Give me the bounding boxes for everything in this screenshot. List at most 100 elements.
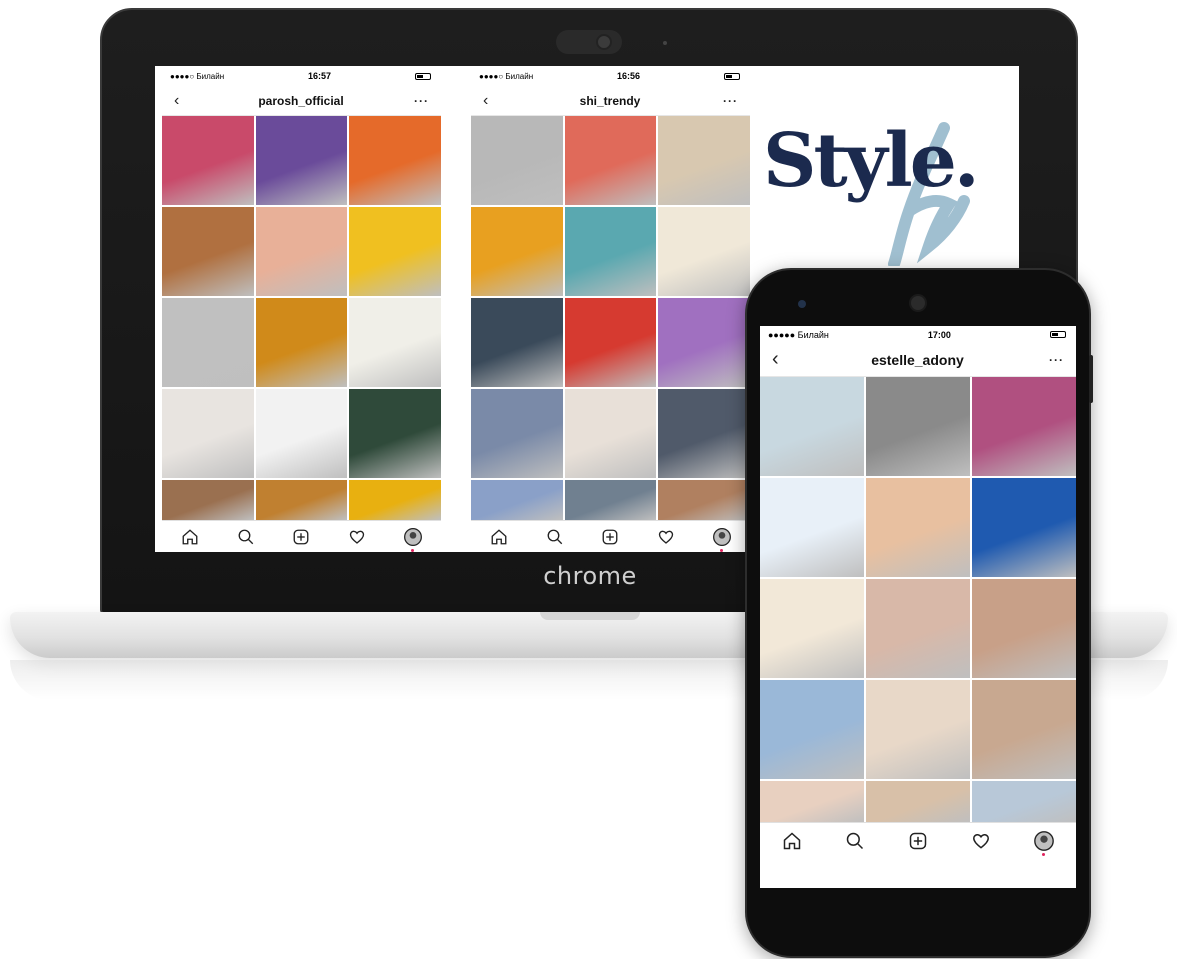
profile-header: ‹ shi_trendy ··· [471,86,750,116]
home-icon[interactable] [488,526,510,548]
photo-thumbnail[interactable] [760,579,864,678]
profile-username: parosh_official [258,93,344,108]
photo-thumbnail[interactable] [658,298,750,387]
speaker-icon [909,294,927,312]
bottom-tab-bar [471,520,750,552]
photo-thumbnail[interactable] [658,116,750,205]
carrier-label: ●●●●● Билайн [768,329,829,340]
phone-screen: ●●●●● Билайн 17:00 ‹ estelle_adony ··· [760,326,1076,888]
photo-thumbnail[interactable] [349,298,441,387]
add-icon[interactable] [290,526,312,548]
home-icon[interactable] [179,526,201,548]
photo-thumbnail[interactable] [760,377,864,476]
photo-thumbnail[interactable] [162,389,254,478]
instagram-panel-right: ●●●●○ Билайн 16:56 ‹ shi_trendy ··· [471,66,750,552]
add-icon[interactable] [907,830,929,852]
home-icon[interactable] [781,830,803,852]
photo-thumbnail[interactable] [866,680,970,779]
search-icon[interactable] [235,526,257,548]
bottom-tab-bar [162,520,441,552]
battery-icon [1050,331,1066,338]
photo-thumbnail[interactable] [255,389,348,478]
photo-thumbnail[interactable] [349,116,441,205]
status-time: 17:00 [927,329,951,340]
photo-thumbnail[interactable] [866,377,970,476]
back-icon[interactable]: ‹ [483,92,497,110]
photo-thumbnail[interactable] [658,389,750,478]
photo-thumbnail[interactable] [255,207,348,296]
photo-thumbnail[interactable] [658,480,750,520]
notification-dot [720,548,724,552]
more-icon[interactable]: ··· [723,94,738,108]
carrier-label: ●●●●○ Билайн [170,71,225,81]
photo-thumbnail[interactable] [255,116,348,205]
photo-thumbnail[interactable] [564,389,657,478]
photo-thumbnail[interactable] [471,480,563,520]
heart-icon[interactable] [346,526,368,548]
search-icon[interactable] [844,830,866,852]
photo-thumbnail[interactable] [972,680,1076,779]
photo-thumbnail[interactable] [760,781,864,823]
laptop-base-notch [540,612,640,620]
status-bar: ●●●●● Билайн 17:00 [760,326,1076,343]
photo-thumbnail[interactable] [564,116,657,205]
photo-thumbnail[interactable] [564,480,657,520]
back-icon[interactable]: ‹ [174,92,188,110]
add-icon[interactable] [599,526,621,548]
search-icon[interactable] [544,526,566,548]
status-bar: ●●●●○ Билайн 16:56 [471,66,750,86]
photo-thumbnail[interactable] [564,207,657,296]
photo-thumbnail[interactable] [471,207,563,296]
back-icon[interactable]: ‹ [772,348,786,371]
photo-thumbnail[interactable] [866,781,970,823]
photo-thumbnail[interactable] [471,389,563,478]
photo-thumbnail[interactable] [658,207,750,296]
photo-thumbnail[interactable] [471,298,563,387]
webcam-icon [596,34,612,50]
photo-thumbnail[interactable] [162,116,254,205]
profile-username: estelle_adony [871,351,964,368]
style-logo-word: Style. [763,118,980,204]
battery-icon [723,72,740,80]
profile-icon[interactable] [1033,830,1055,856]
heart-icon[interactable] [655,526,677,548]
status-bar: ●●●●○ Билайн 16:57 [162,66,441,86]
instagram-panel-left: ●●●●○ Билайн 16:57 ‹ parosh_official ··· [162,66,441,552]
photo-thumbnail[interactable] [564,298,657,387]
profile-header: ‹ parosh_official ··· [162,86,441,116]
photo-thumbnail[interactable] [162,480,254,520]
battery-icon [414,72,431,80]
photo-thumbnail[interactable] [349,480,441,520]
photo-thumbnail[interactable] [349,207,441,296]
photo-thumbnail[interactable] [972,377,1076,476]
laptop-camera-bar [556,30,622,54]
photo-thumbnail[interactable] [760,478,864,577]
notification-dot [1042,852,1046,856]
photo-thumbnail[interactable] [349,389,441,478]
photo-grid [471,116,750,520]
photo-thumbnail[interactable] [972,579,1076,678]
photo-thumbnail[interactable] [471,116,563,205]
photo-thumbnail[interactable] [866,478,970,577]
notification-dot [411,548,415,552]
photo-thumbnail[interactable] [255,298,348,387]
status-time: 16:56 [617,71,641,81]
photo-thumbnail[interactable] [255,480,348,520]
chrome-brand-label: chrome [543,562,637,590]
photo-thumbnail[interactable] [162,207,254,296]
photo-thumbnail[interactable] [972,781,1076,823]
heart-icon[interactable] [970,830,992,852]
photo-thumbnail[interactable] [760,680,864,779]
carrier-label: ●●●●○ Билайн [479,71,534,81]
more-icon[interactable]: ··· [414,94,429,108]
photo-grid [162,116,441,520]
style-logo: Style. [759,106,1019,266]
camera-indicator [663,41,667,45]
profile-icon[interactable] [711,526,733,552]
photo-thumbnail[interactable] [866,579,970,678]
profile-icon[interactable] [402,526,424,552]
photo-grid [760,377,1076,823]
more-icon[interactable]: ··· [1049,353,1064,367]
photo-thumbnail[interactable] [162,298,254,387]
photo-thumbnail[interactable] [972,478,1076,577]
